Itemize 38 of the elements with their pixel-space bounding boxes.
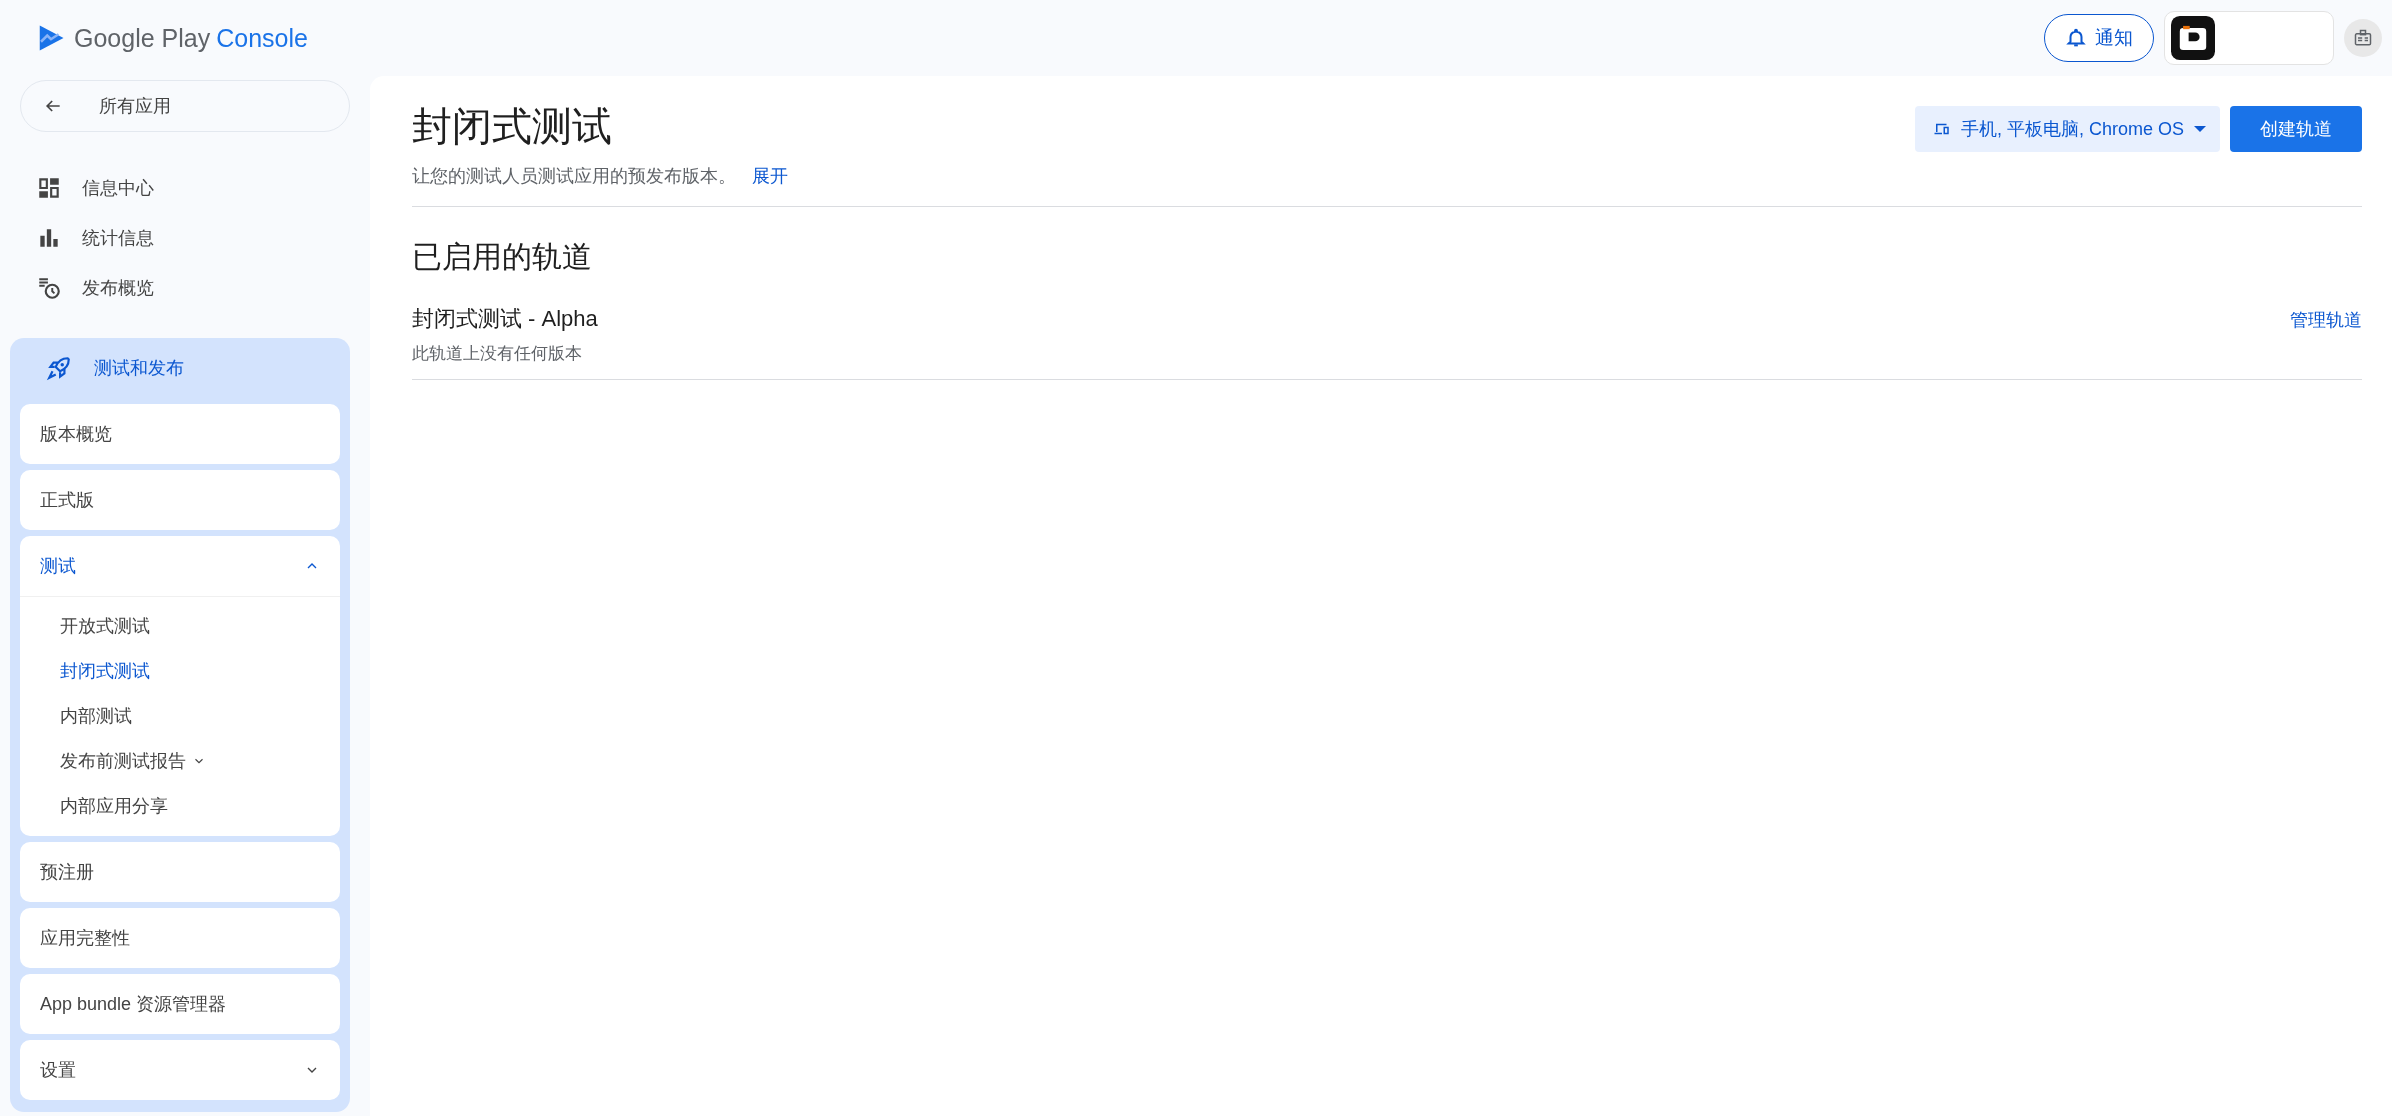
nav-item[interactable]: 预注册 bbox=[20, 842, 340, 902]
dropdown-caret-icon bbox=[2194, 126, 2206, 132]
rocket-icon bbox=[46, 355, 72, 381]
manage-track-link[interactable]: 管理轨道 bbox=[2290, 308, 2362, 332]
platform-dropdown[interactable]: 手机, 平板电脑, Chrome OS bbox=[1914, 106, 2220, 152]
nav-subitem[interactable]: 内部测试 bbox=[20, 693, 340, 738]
section-header[interactable]: 测试和发布 bbox=[20, 338, 340, 398]
logo-wordmark: Google Play bbox=[74, 23, 211, 53]
track-status: 此轨道上没有任何版本 bbox=[412, 343, 583, 365]
nav-item[interactable]: 正式版 bbox=[20, 470, 340, 530]
nav-item[interactable]: 发布概览 bbox=[36, 270, 350, 306]
notifications-button[interactable]: 通知 bbox=[2044, 14, 2154, 62]
create-track-button[interactable]: 创建轨道 bbox=[2230, 106, 2362, 152]
nav-item[interactable]: 统计信息 bbox=[36, 220, 350, 256]
page-title: 封闭式测试 bbox=[412, 103, 613, 150]
page-description: 让您的测试人员测试应用的预发布版本。 bbox=[412, 165, 736, 188]
nav-subitem[interactable]: 封闭式测试 bbox=[20, 648, 340, 693]
logo-suffix: Console bbox=[216, 23, 308, 53]
nav-subitem[interactable]: 发布前测试报告 bbox=[20, 738, 340, 783]
nav-item[interactable]: App bundle 资源管理器 bbox=[20, 974, 340, 1034]
section-title: 已启用的轨道 bbox=[412, 239, 593, 275]
nav-item[interactable]: 信息中心 bbox=[36, 170, 350, 206]
badge-icon bbox=[2353, 28, 2373, 48]
nav-item[interactable]: 应用完整性 bbox=[20, 908, 340, 968]
app-icon bbox=[2171, 16, 2215, 60]
bell-icon bbox=[2065, 27, 2087, 49]
list-clock-icon bbox=[36, 275, 62, 301]
track-name: 封闭式测试 - Alpha bbox=[412, 305, 598, 333]
account-button[interactable] bbox=[2344, 19, 2382, 57]
all-apps-button[interactable]: 所有应用 bbox=[20, 80, 350, 132]
nav-group-header[interactable]: 测试 bbox=[20, 536, 340, 597]
dashboard-icon bbox=[36, 175, 62, 201]
nav-item[interactable]: 版本概览 bbox=[20, 404, 340, 464]
nav-subitem[interactable]: 开放式测试 bbox=[20, 603, 340, 648]
expand-link[interactable]: 展开 bbox=[752, 164, 788, 188]
app-switcher[interactable] bbox=[2164, 11, 2334, 65]
nav-group-header[interactable]: 设置 bbox=[20, 1040, 340, 1100]
nav-subitem[interactable]: 内部应用分享 bbox=[20, 783, 340, 828]
